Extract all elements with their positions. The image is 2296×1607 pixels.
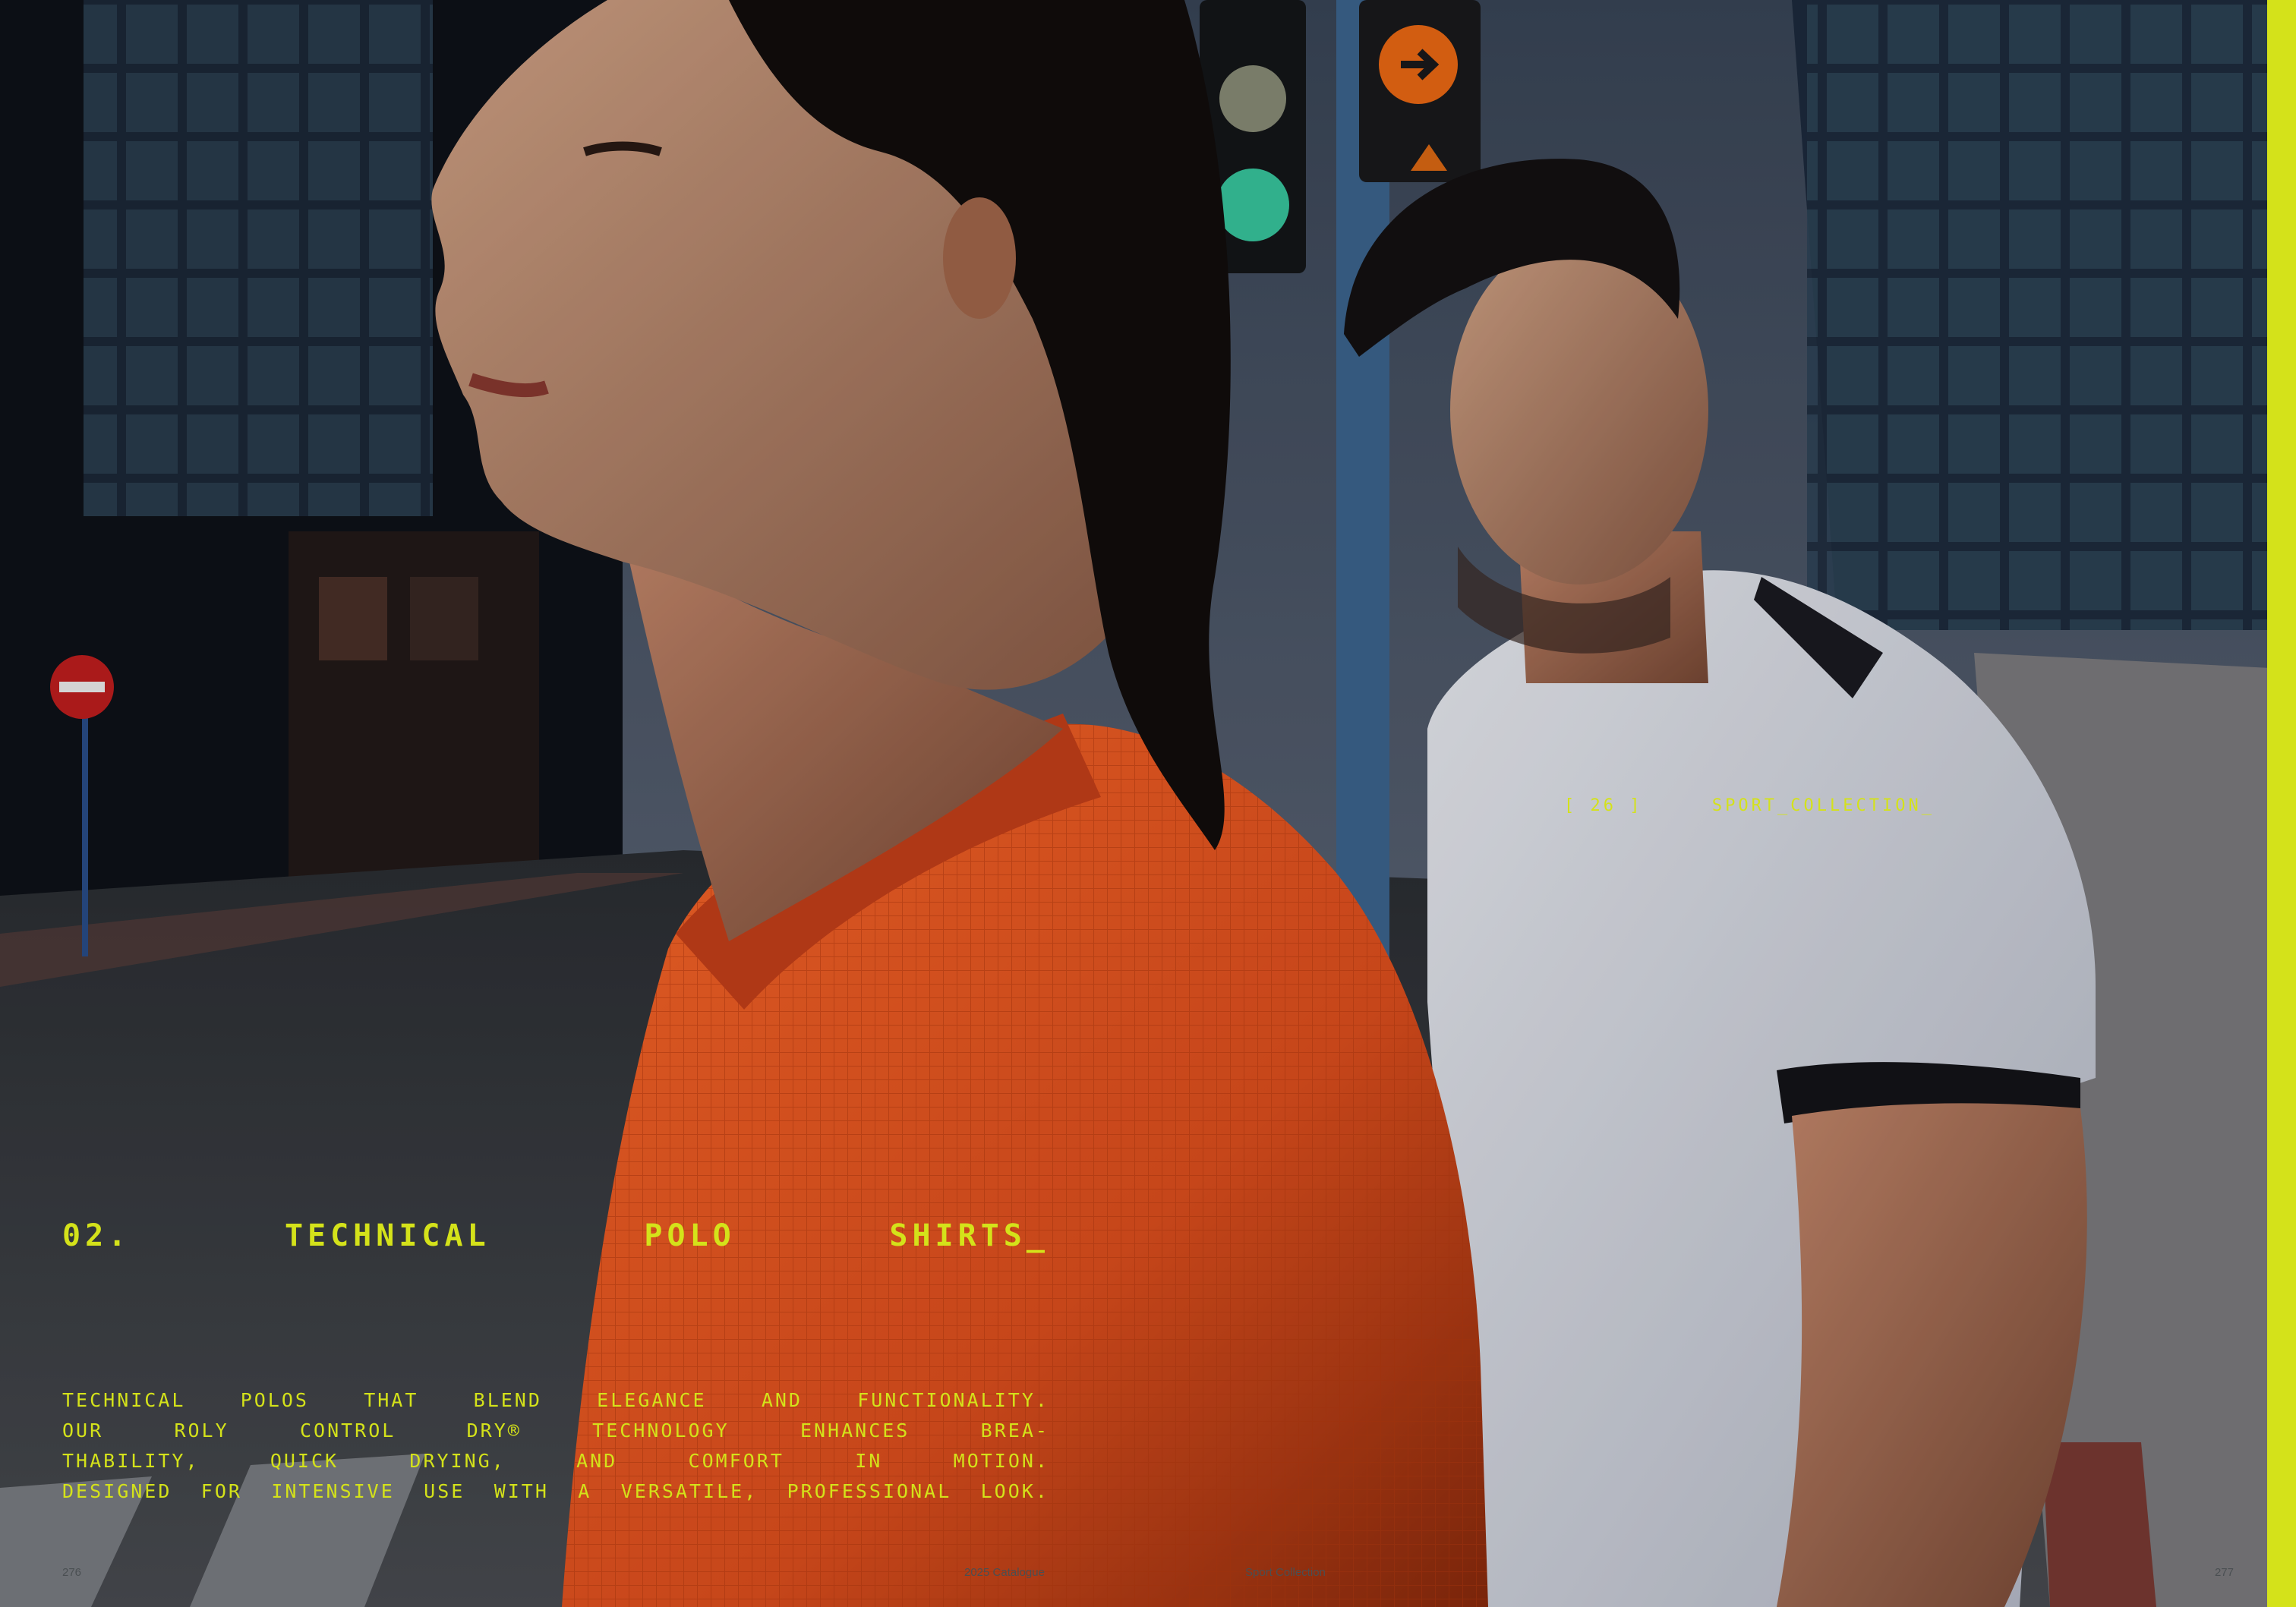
body-line: DESIGNED FOR INTENSIVE USE WITH A VERSAT…	[62, 1476, 1049, 1507]
body-word: OUR	[62, 1420, 104, 1442]
body-word: ELEGANCE	[597, 1389, 707, 1411]
page-number-right: 277	[2214, 1566, 2234, 1579]
section-tag: [ 26 ] SPORT_COLLECTION_	[1564, 793, 1935, 818]
body-word: TECHNICAL	[62, 1389, 186, 1411]
title-word: SHIRTS_	[889, 1218, 1049, 1253]
body-word: PROFESSIONAL	[787, 1480, 952, 1502]
page-number-left: 276	[62, 1566, 82, 1579]
body-word: MOTION.	[953, 1450, 1049, 1472]
body-word: WITH	[494, 1480, 549, 1502]
section-number: [ 26 ]	[1564, 796, 1643, 815]
page-title: 02. TECHNICAL POLO SHIRTS_	[62, 1213, 1049, 1259]
body-word: FOR	[200, 1480, 242, 1502]
body-line: TECHNICAL POLOS THAT BLEND ELEGANCE AND …	[62, 1385, 1049, 1416]
body-word: USE	[424, 1480, 465, 1502]
body-word: BLEND	[473, 1389, 542, 1411]
body-word: FUNCTIONALITY.	[857, 1389, 1049, 1411]
body-word: DESIGNED	[62, 1480, 172, 1502]
body-word: DRYING,	[409, 1450, 506, 1472]
body-word: QUICK	[270, 1450, 339, 1472]
body-word: ROLY	[174, 1420, 229, 1442]
body-word: THABILITY,	[62, 1450, 200, 1472]
accent-stripe	[2267, 0, 2296, 1607]
body-word: VERSATILE,	[620, 1480, 758, 1502]
body-word: THAT	[364, 1389, 419, 1411]
body-line: THABILITY, QUICK DRYING, AND COMFORT IN …	[62, 1446, 1049, 1476]
body-word: DRY®	[466, 1420, 522, 1442]
body-line: OUR ROLY CONTROL DRY® TECHNOLOGY ENHANCE…	[62, 1416, 1049, 1446]
body-word: BREA-	[980, 1420, 1049, 1442]
body-word: TECHNOLOGY	[592, 1420, 730, 1442]
body-word: COMFORT	[688, 1450, 784, 1472]
footer-catalogue: 2025 Catalogue	[964, 1566, 1045, 1579]
body-word: ENHANCES	[800, 1420, 910, 1442]
section-name: SPORT_COLLECTION_	[1711, 796, 1935, 815]
body-word: POLOS	[240, 1389, 309, 1411]
title-word: TECHNICAL	[284, 1218, 490, 1253]
body-word: INTENSIVE	[271, 1480, 395, 1502]
hero-photo	[0, 0, 2296, 1607]
title-word: POLO	[644, 1218, 736, 1253]
body-copy: TECHNICAL POLOS THAT BLEND ELEGANCE AND …	[62, 1385, 1049, 1507]
footer-collection: Sport Collection	[1245, 1566, 1326, 1579]
body-word: CONTROL	[299, 1420, 396, 1442]
body-word: AND	[576, 1450, 618, 1472]
title-number: 02.	[62, 1218, 131, 1253]
body-word: AND	[761, 1389, 803, 1411]
body-word: IN	[855, 1450, 883, 1472]
body-word: A	[578, 1480, 592, 1502]
body-word: LOOK.	[980, 1480, 1049, 1502]
